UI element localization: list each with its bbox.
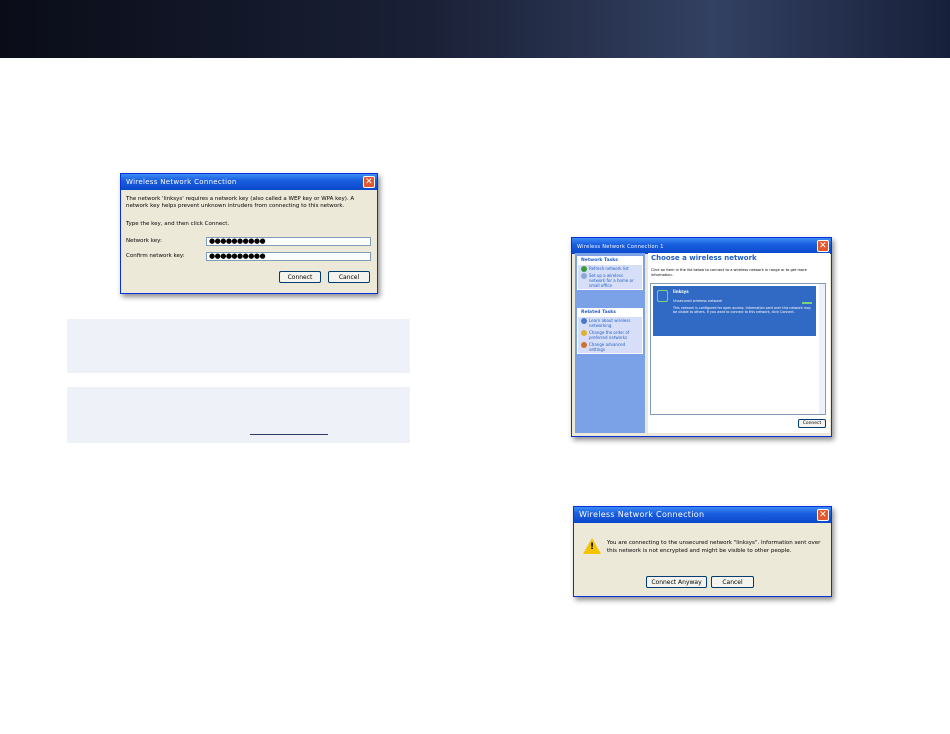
cancel-button[interactable]: Cancel (328, 271, 370, 283)
antenna-icon (657, 290, 668, 302)
confirm-key-input[interactable]: ●●●●●●●●●● (206, 252, 371, 261)
dialog-title-bar: Wireless Network Connection ✕ (574, 507, 831, 523)
header-band (0, 0, 950, 58)
dialog-title: Wireless Network Connection (126, 178, 237, 186)
network-status: Unsecured wireless network (673, 299, 723, 303)
dialog-message: The network 'linksys' requires a network… (126, 196, 355, 209)
network-description: This network is configured for open acce… (673, 306, 811, 315)
network-name: linksys (673, 289, 689, 294)
link-underline (250, 434, 328, 435)
dialog-title-bar: Wireless Network Connection 1 ✕ (572, 238, 831, 254)
warning-exclamation: ! (590, 542, 595, 552)
related-tasks-box: Related Tasks Learn about wireless netwo… (577, 308, 643, 354)
list-heading: Choose a wireless network (651, 254, 757, 262)
note-box (67, 319, 410, 373)
dialog-instruction: Type the key, and then click Connect. (126, 221, 230, 227)
confirm-key-label: Confirm network key: (126, 253, 185, 259)
dialog-title-bar: Wireless Network Connection ✕ (121, 174, 377, 190)
related-advanced[interactable]: Change advanced settings (578, 341, 642, 353)
close-icon[interactable]: ✕ (817, 509, 829, 521)
network-key-input[interactable]: ●●●●●●●●●● (206, 237, 371, 246)
task-refresh[interactable]: Refresh network list (578, 265, 642, 272)
network-list-pane: Choose a wireless network Click an item … (648, 253, 830, 433)
signal-icon (802, 296, 812, 304)
related-order[interactable]: Change the order of preferred networks (578, 329, 642, 341)
task-setup[interactable]: Set up a wireless network for a home or … (578, 272, 642, 289)
warning-message: You are connecting to the unsecured netw… (607, 540, 821, 554)
tip-box (67, 387, 410, 443)
cancel-button[interactable]: Cancel (711, 576, 754, 588)
list-instruction: Click an item in the list below to conne… (651, 268, 807, 277)
network-item-linksys[interactable]: linksys Unsecured wireless network This … (653, 286, 816, 336)
settings-icon (581, 342, 587, 348)
connect-button[interactable]: Connect (279, 271, 321, 283)
network-list[interactable]: linksys Unsecured wireless network This … (650, 283, 826, 415)
connect-anyway-button[interactable]: Connect Anyway (646, 576, 707, 588)
choose-network-dialog: Wireless Network Connection 1 ✕ Network … (571, 237, 832, 437)
setup-icon (581, 273, 587, 279)
unsecured-warning-dialog: Wireless Network Connection ✕ ! You are … (573, 506, 832, 597)
close-icon[interactable]: ✕ (817, 240, 829, 252)
network-key-dialog: Wireless Network Connection ✕ The networ… (120, 173, 378, 294)
task-pane: Network Tasks Refresh network list Set u… (575, 253, 645, 433)
help-icon (581, 318, 587, 324)
network-key-label: Network key: (126, 238, 162, 244)
network-tasks-box: Network Tasks Refresh network list Set u… (577, 256, 643, 290)
related-tasks-header: Related Tasks (578, 309, 642, 317)
close-icon[interactable]: ✕ (363, 176, 375, 188)
dialog-title: Wireless Network Connection 1 (577, 244, 664, 250)
list-scrollbar[interactable] (819, 284, 825, 414)
star-icon (581, 330, 587, 336)
network-tasks-header: Network Tasks (578, 257, 642, 265)
connect-button[interactable]: Connect (798, 419, 826, 428)
related-learn[interactable]: Learn about wireless networking (578, 317, 642, 329)
dialog-title: Wireless Network Connection (579, 510, 705, 519)
